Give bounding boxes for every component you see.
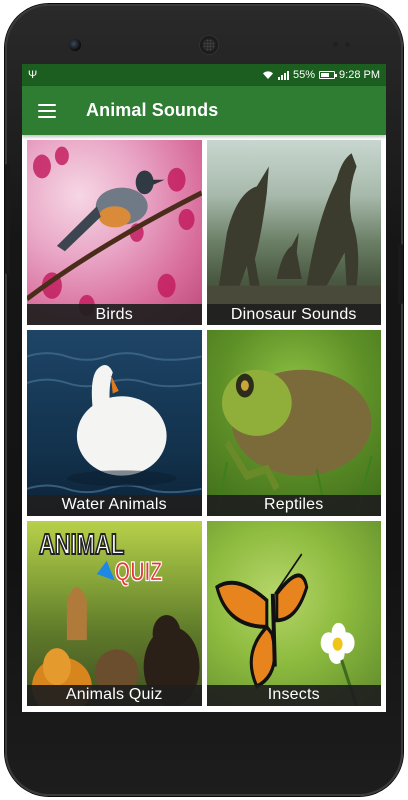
menu-icon[interactable]	[38, 103, 56, 118]
app-bar: Animal Sounds	[22, 86, 386, 135]
category-label: Reptiles	[206, 494, 381, 516]
category-label: Dinosaur Sounds	[206, 304, 381, 326]
category-card-animals-quiz[interactable]: ANIMAL QUIZ Animals Quiz	[27, 520, 202, 706]
status-time: 9:28 PM	[339, 69, 380, 81]
category-card-reptiles[interactable]: Reptiles	[206, 330, 381, 516]
quiz-banner-animal: ANIMAL	[39, 529, 124, 561]
wifi-icon	[263, 71, 273, 79]
category-label: Birds	[27, 304, 202, 326]
status-bar: Ψ 55% 9:28 PM	[22, 64, 386, 86]
category-card-dinosaur-sounds[interactable]: Dinosaur Sounds	[206, 140, 381, 326]
earpiece-speaker	[199, 35, 219, 55]
swan-image	[27, 330, 202, 516]
category-grid: Birds Dinosaur Sounds Water Animals Rept…	[22, 135, 386, 712]
frog-image	[206, 330, 381, 516]
app-title: Animal Sounds	[86, 100, 219, 120]
usb-icon: Ψ	[28, 68, 38, 81]
proximity-sensor	[333, 42, 338, 47]
volume-button	[5, 164, 10, 274]
screen: Ψ 55% 9:28 PM Animal Sounds Birds Dinosa…	[22, 64, 386, 712]
birds-image	[27, 140, 202, 326]
category-label: Animals Quiz	[27, 684, 202, 706]
animals-quiz-image: ANIMAL QUIZ	[27, 520, 202, 706]
battery-level	[321, 73, 329, 77]
category-label: Water Animals	[27, 494, 202, 516]
battery-icon	[319, 71, 338, 79]
butterfly-image	[206, 520, 381, 706]
category-label: Insects	[206, 684, 381, 706]
category-card-birds[interactable]: Birds	[27, 140, 202, 326]
power-button	[398, 244, 403, 304]
dinosaur-image	[206, 140, 381, 326]
light-sensor	[345, 42, 350, 47]
front-camera	[69, 39, 81, 51]
battery-percent: 55%	[293, 69, 316, 81]
category-card-insects[interactable]: Insects	[206, 520, 381, 706]
category-card-water-animals[interactable]: Water Animals	[27, 330, 202, 516]
quiz-banner-quiz: QUIZ	[115, 557, 163, 586]
signal-icon	[278, 70, 289, 80]
